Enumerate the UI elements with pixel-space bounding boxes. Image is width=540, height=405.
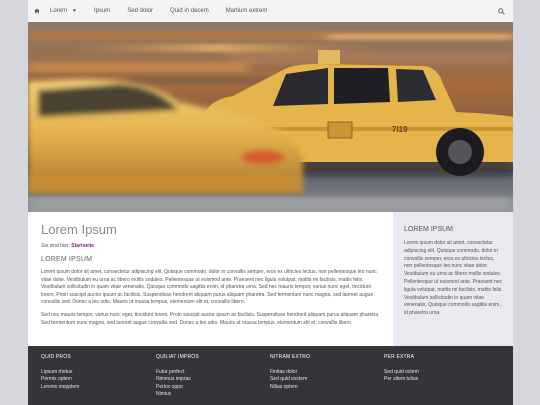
breadcrumb-prefix: Sie sind hier: [41,243,70,249]
footer-link[interactable]: Finitas dolor [270,369,380,376]
nav-item-sed-dolor[interactable]: Sed dolor [127,8,153,14]
page-title: Lorem Ipsum [41,222,117,237]
footer-heading: QUID PROS [41,354,71,360]
caret-down-icon: ▼ [72,8,77,14]
main-content: Lorem Ipsum Sie sind hier: Startseite LO… [41,222,381,332]
home-icon[interactable] [34,8,40,14]
breadcrumb-link-home[interactable]: Startseite [71,243,94,249]
nav-item-martium-extrem[interactable]: Martium extrem [226,8,268,14]
sidebar-text: Lorem ipsum dolor sit amet, consectetur … [404,240,503,317]
footer-link[interactable]: Perlox oppo [156,384,266,391]
nav-item-lorem[interactable]: Lorem ▼ [50,8,77,14]
svg-text:7I19: 7I19 [392,125,408,134]
footer-link[interactable]: Per sitem tulius [384,376,494,383]
search-icon[interactable] [498,8,505,15]
footer-heading: NITRAM EXTRO [270,354,311,360]
footer-heading: PER EXTRA [384,354,415,360]
page: Lorem ▼ Ipsum Sed dolor Quid in decem Ma… [28,0,513,405]
breadcrumb: Sie sind hier: Startseite [41,243,381,249]
top-navigation: Lorem ▼ Ipsum Sed dolor Quid in decem Ma… [28,0,513,23]
sidebar: LOREM IPSUM Lorem ipsum dolor sit amet, … [393,212,513,346]
sidebar-heading: LOREM IPSUM [404,226,454,233]
footer-link[interactable]: Nimius [156,391,266,398]
footer-link[interactable]: Lenmix mepptem [41,384,151,391]
footer-column: NITRAM EXTRO Finitas dolor Sed quid exct… [270,354,380,391]
body-paragraph: Lorem ipsum dolor sit amet, consectetur … [41,269,377,306]
footer-link[interactable]: Sed quid octem [384,369,494,376]
footer-link[interactable]: Sed quid exctem [270,376,380,383]
footer-link[interactable]: Futur perfect [156,369,266,376]
footer-column: QUILIAT IMPROS Futur perfect Nimmus impr… [156,354,266,399]
body-paragraph: Sed nec mauris tempor, varius nunc eget,… [41,311,380,326]
nav-item-ipsum[interactable]: Ipsum [94,8,110,14]
footer-column: PER EXTRA Sed quid octem Per sitem tuliu… [384,354,494,384]
footer-link[interactable]: Nimmus impras [156,376,266,383]
footer-link[interactable]: Permix optem [41,376,151,383]
footer-link[interactable]: Nilias optem [270,384,380,391]
taxi-photo: 7I19 [28,22,513,212]
nav-item-quid-in-decem[interactable]: Quid in decem [170,8,209,14]
footer-heading: QUILIAT IMPROS [156,354,199,360]
footer-column: QUID PROS Lipsum rhetus Permix optem Len… [41,354,151,391]
main-section: Lorem Ipsum Sie sind hier: Startseite LO… [28,212,513,346]
nav-item-label: Lorem [50,8,68,14]
footer: QUID PROS Lipsum rhetus Permix optem Len… [28,346,513,405]
footer-link[interactable]: Lipsum rhetus [41,369,151,376]
hero-image: 7I19 [28,22,513,212]
section-heading: LOREM IPSUM [41,256,93,263]
